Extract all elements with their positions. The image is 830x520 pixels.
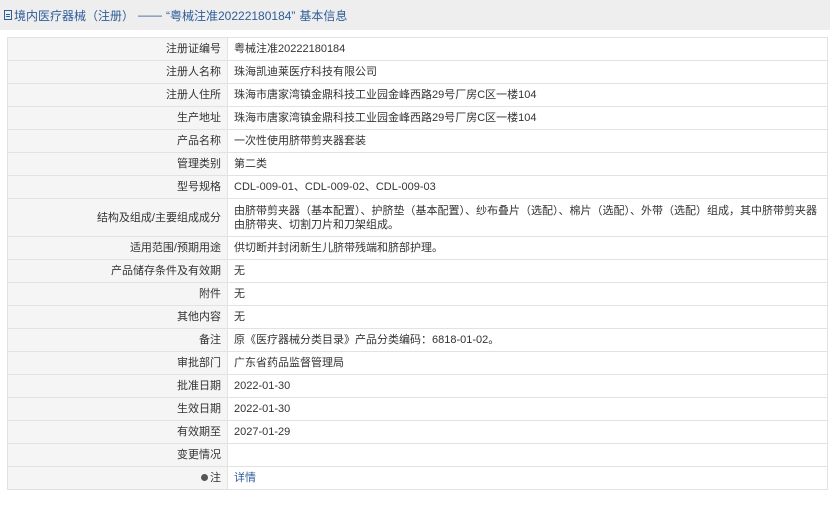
- table-row: 管理类别 第二类: [7, 152, 828, 176]
- info-table-container: 注册证编号 粤械注准20222180184 注册人名称 珠海凯迪莱医疗科技有限公司 …: [7, 37, 828, 490]
- row-label: 备注: [7, 328, 228, 352]
- row-label: 型号规格: [7, 175, 228, 199]
- row-value: 珠海市唐家湾镇金鼎科技工业园金峰西路29号厂房C区一楼104: [227, 106, 828, 130]
- row-value: CDL-009-01、CDL-009-02、CDL-009-03: [227, 175, 828, 199]
- title-separator: ——: [138, 8, 163, 22]
- row-value: 粤械注准20222180184: [227, 37, 828, 61]
- row-label: 其他内容: [7, 305, 228, 329]
- row-label: 注册人住所: [7, 83, 228, 107]
- details-link[interactable]: 详情: [234, 472, 256, 484]
- info-table: 注册证编号 粤械注准20222180184 注册人名称 珠海凯迪莱医疗科技有限公司 …: [7, 37, 828, 490]
- row-label-note: 注: [7, 466, 228, 490]
- row-label: 变更情况: [7, 443, 228, 467]
- table-row: 产品名称 一次性使用脐带剪夹器套装: [7, 129, 828, 153]
- row-value: 2022-01-30: [227, 397, 828, 421]
- row-label: 审批部门: [7, 351, 228, 375]
- note-label: 注: [210, 472, 221, 484]
- table-row: 有效期至 2027-01-29: [7, 420, 828, 444]
- table-row: 型号规格 CDL-009-01、CDL-009-02、CDL-009-03: [7, 175, 828, 199]
- pin-icon: [201, 473, 208, 481]
- row-label: 产品储存条件及有效期: [7, 259, 228, 283]
- table-row: 生产地址 珠海市唐家湾镇金鼎科技工业园金峰西路29号厂房C区一楼104: [7, 106, 828, 130]
- row-label: 附件: [7, 282, 228, 306]
- row-value: 一次性使用脐带剪夹器套装: [227, 129, 828, 153]
- row-value: 第二类: [227, 152, 828, 176]
- row-label: 生效日期: [7, 397, 228, 421]
- table-row: 注 详情: [7, 466, 828, 490]
- table-row: 生效日期 2022-01-30: [7, 397, 828, 421]
- row-value: [227, 443, 828, 467]
- table-row: 审批部门 广东省药品监督管理局: [7, 351, 828, 375]
- row-value: 供切断并封闭新生儿脐带残端和脐部护理。: [227, 236, 828, 260]
- table-row: 备注 原《医疗器械分类目录》产品分类编码：6818-01-02。: [7, 328, 828, 352]
- title-category: 境内医疗器械（注册）: [14, 8, 135, 23]
- row-value: 由脐带剪夹器（基本配置）、护脐垫（基本配置）、纱布叠片（选配）、棉片（选配）、外…: [227, 198, 828, 237]
- row-value: 珠海凯迪莱医疗科技有限公司: [227, 60, 828, 84]
- row-label: 注册人名称: [7, 60, 228, 84]
- table-row: 变更情况: [7, 443, 828, 467]
- table-row: 注册人住所 珠海市唐家湾镇金鼎科技工业园金峰西路29号厂房C区一楼104: [7, 83, 828, 107]
- table-row: 注册证编号 粤械注准20222180184: [7, 37, 828, 61]
- table-row: 其他内容无: [7, 305, 828, 329]
- row-label: 适用范围/预期用途: [7, 236, 228, 260]
- row-value: 珠海市唐家湾镇金鼎科技工业园金峰西路29号厂房C区一楼104: [227, 83, 828, 107]
- row-value: 广东省药品监督管理局: [227, 351, 828, 375]
- row-value: 原《医疗器械分类目录》产品分类编码：6818-01-02。: [227, 328, 828, 352]
- row-value: 无: [227, 305, 828, 329]
- row-label: 注册证编号: [7, 37, 228, 61]
- row-label: 有效期至: [7, 420, 228, 444]
- row-value: 2022-01-30: [227, 374, 828, 398]
- row-label: 产品名称: [7, 129, 228, 153]
- row-label: 生产地址: [7, 106, 228, 130]
- row-label: 批准日期: [7, 374, 228, 398]
- row-label: 结构及组成/主要组成成分: [7, 198, 228, 237]
- row-value: 无: [227, 259, 828, 283]
- table-row: 产品储存条件及有效期无: [7, 259, 828, 283]
- row-label: 管理类别: [7, 152, 228, 176]
- title-record: “粤械注准20222180184”: [166, 8, 296, 23]
- row-value: 2027-01-29: [227, 420, 828, 444]
- page-title-bar: 境内医疗器械（注册） —— “粤械注准20222180184” 基本信息: [0, 0, 830, 30]
- table-row: 附件无: [7, 282, 828, 306]
- document-icon: [4, 10, 12, 20]
- table-row: 批准日期 2022-01-30: [7, 374, 828, 398]
- row-value: 无: [227, 282, 828, 306]
- title-suffix: 基本信息: [299, 8, 348, 23]
- row-value-details: 详情: [227, 466, 828, 490]
- table-row: 结构及组成/主要组成成分 由脐带剪夹器（基本配置）、护脐垫（基本配置）、纱布叠片（…: [7, 198, 828, 237]
- table-row: 注册人名称 珠海凯迪莱医疗科技有限公司: [7, 60, 828, 84]
- table-row: 适用范围/预期用途 供切断并封闭新生儿脐带残端和脐部护理。: [7, 236, 828, 260]
